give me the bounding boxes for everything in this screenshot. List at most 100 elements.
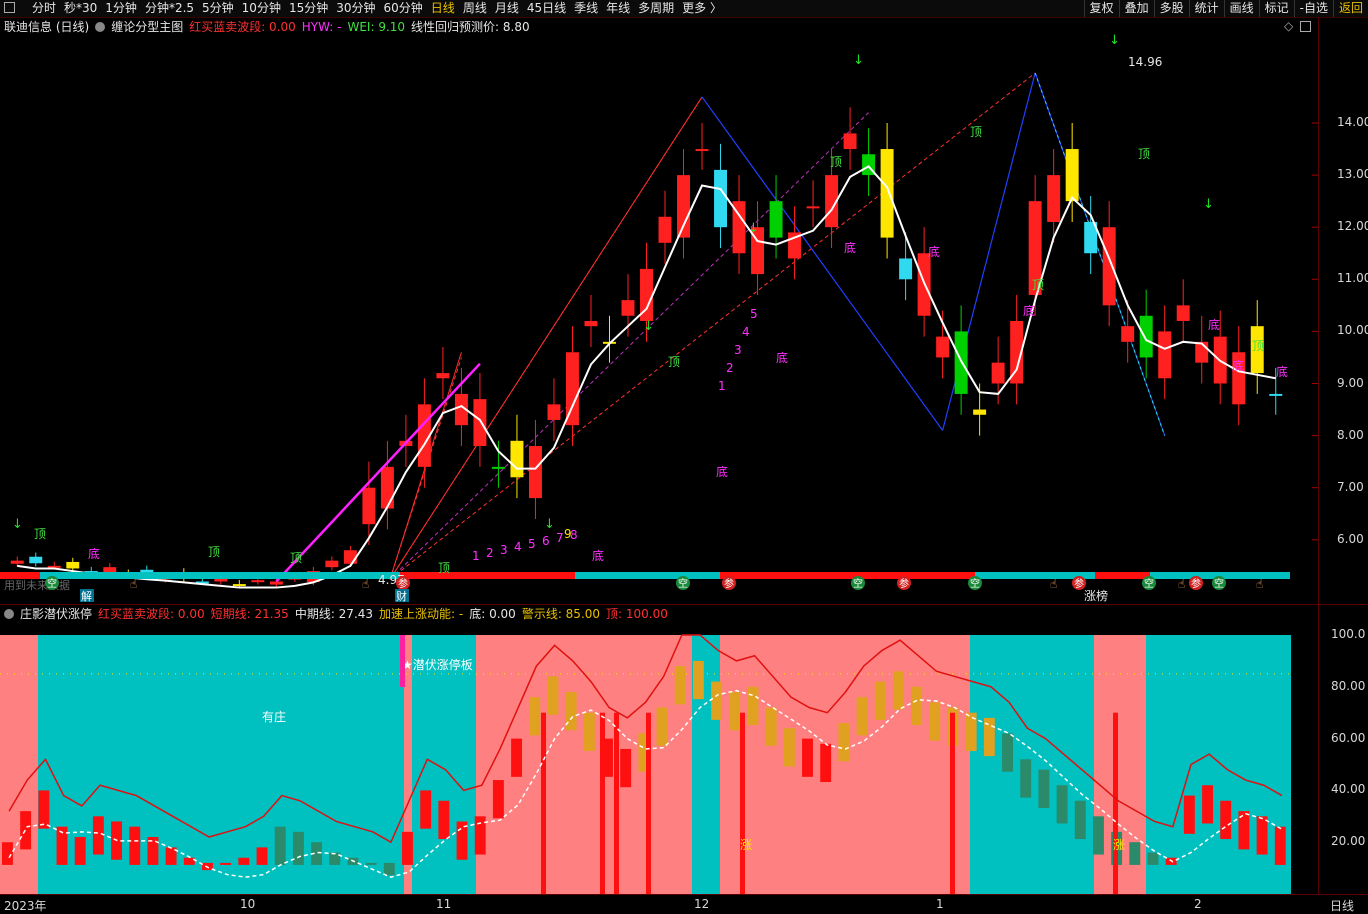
tab-11[interactable]: 月线 bbox=[491, 0, 523, 17]
jie-label[interactable]: 解 bbox=[80, 589, 94, 603]
tab-1[interactable]: 秒*30 bbox=[60, 0, 101, 17]
count-num-3: 4 bbox=[514, 540, 522, 554]
toolbar-button-6[interactable]: -自选 bbox=[1293, 0, 1333, 17]
candle[interactable] bbox=[362, 461, 376, 546]
candlestick-chart[interactable]: 14.964.97顶顶顶顶顶顶顶顶顶顶底底 底底底底 底底 底底1 2 3 4 5 6 7 8912… bbox=[0, 18, 1318, 604]
candle[interactable] bbox=[417, 378, 431, 488]
candle[interactable] bbox=[1102, 201, 1116, 327]
signal-badge[interactable]: 空 bbox=[676, 576, 690, 590]
bottom-mark-0: 底 bbox=[716, 464, 728, 479]
tab-9[interactable]: 日线 bbox=[427, 0, 459, 17]
candle[interactable] bbox=[732, 175, 746, 275]
main-chart-panel[interactable]: 联迪信息 (日线) 缠论分型主图 红买蓝卖波段: 0.00 HYW: - WEI… bbox=[0, 18, 1318, 604]
toolbar-button-2[interactable]: 多股 bbox=[1153, 0, 1189, 17]
osc-bar bbox=[1020, 759, 1032, 798]
osc-bar bbox=[474, 816, 486, 855]
svg-text:空: 空 bbox=[853, 577, 863, 590]
candle[interactable] bbox=[29, 552, 43, 567]
candle[interactable] bbox=[491, 440, 505, 488]
trend-line bbox=[389, 72, 1036, 580]
signal-badge[interactable]: 参 bbox=[396, 576, 410, 590]
signal-badge[interactable]: 参 bbox=[1072, 576, 1086, 590]
candle[interactable] bbox=[436, 347, 450, 400]
tab-3[interactable]: 分钟*2.5 bbox=[141, 0, 198, 17]
sub-tick-4: 20.00 bbox=[1331, 834, 1366, 849]
candle[interactable] bbox=[399, 414, 413, 467]
candle[interactable] bbox=[584, 294, 598, 348]
tab-8[interactable]: 60分钟 bbox=[380, 0, 427, 17]
tab-12[interactable]: 45日线 bbox=[523, 0, 570, 17]
tab-6[interactable]: 15分钟 bbox=[285, 0, 332, 17]
candle[interactable] bbox=[751, 201, 765, 295]
tab-4[interactable]: 5分钟 bbox=[198, 0, 238, 17]
tab-2[interactable]: 1分钟 bbox=[101, 0, 141, 17]
candle[interactable] bbox=[677, 149, 690, 259]
toolbar-button-1[interactable]: 叠加 bbox=[1118, 0, 1154, 17]
candle[interactable] bbox=[343, 546, 357, 567]
toolbar-button-3[interactable]: 统计 bbox=[1188, 0, 1224, 17]
zhang-bang-label: 涨榜 bbox=[1084, 588, 1108, 603]
window-icon[interactable] bbox=[4, 2, 15, 13]
osc-bar bbox=[129, 826, 141, 865]
candle[interactable] bbox=[806, 180, 820, 228]
candle[interactable] bbox=[10, 556, 24, 567]
svg-text:参: 参 bbox=[899, 577, 909, 590]
date-tick-0: 2023年 bbox=[4, 899, 47, 913]
candle[interactable] bbox=[695, 123, 709, 170]
signal-bar bbox=[0, 572, 1290, 579]
osc-bar bbox=[1038, 769, 1050, 808]
candle[interactable] bbox=[899, 232, 913, 301]
signal-badge[interactable]: 空 bbox=[851, 576, 865, 590]
hand-icon-1: ☝ bbox=[362, 577, 369, 591]
candle[interactable] bbox=[1028, 175, 1042, 316]
candle[interactable] bbox=[1232, 326, 1246, 426]
toolbar-button-5[interactable]: 标记 bbox=[1258, 0, 1294, 17]
svg-text:空: 空 bbox=[1144, 577, 1154, 590]
signal-badge[interactable]: 空 bbox=[968, 576, 982, 590]
svg-text:参: 参 bbox=[724, 577, 734, 590]
candle[interactable] bbox=[658, 190, 672, 264]
date-tick-3: 12 bbox=[694, 897, 710, 911]
candle[interactable] bbox=[565, 326, 579, 447]
candle[interactable] bbox=[1139, 289, 1153, 379]
signal-badge[interactable]: 空 bbox=[1212, 576, 1226, 590]
tab-14[interactable]: 年线 bbox=[602, 0, 634, 17]
tab-7[interactable]: 30分钟 bbox=[332, 0, 379, 17]
candle[interactable] bbox=[1158, 305, 1172, 400]
candle[interactable] bbox=[843, 107, 857, 170]
price-tick-0: 14.00 bbox=[1337, 115, 1368, 129]
cai-label[interactable]: 财 bbox=[395, 589, 409, 603]
toolbar-button-7[interactable]: 返回 bbox=[1332, 0, 1368, 17]
oscillator-chart[interactable]: 有庄 ★潜伏涨停板涨 涨 bbox=[0, 605, 1318, 895]
signal-badge[interactable]: 空 bbox=[45, 576, 59, 590]
candle[interactable] bbox=[547, 378, 561, 441]
osc-bar bbox=[620, 748, 632, 788]
tab-16[interactable]: 更多 〉 bbox=[678, 0, 726, 17]
candle[interactable] bbox=[1084, 195, 1098, 275]
tab-0[interactable]: 分时 bbox=[28, 0, 60, 17]
toolbar-button-0[interactable]: 复权 bbox=[1083, 0, 1119, 17]
candle[interactable] bbox=[510, 414, 524, 499]
osc-bar bbox=[420, 790, 432, 829]
sub-chart-panel[interactable]: 庄影潜伏涨停 红买蓝卖波段: 0.00 短期线: 21.35 中期线: 27.4… bbox=[0, 604, 1318, 895]
candle[interactable] bbox=[788, 206, 802, 280]
signal-badge[interactable]: 参 bbox=[897, 576, 911, 590]
candle[interactable] bbox=[769, 175, 783, 259]
bottom-mark-1: 底 bbox=[844, 240, 856, 255]
signal-badge[interactable]: 参 bbox=[1189, 576, 1203, 590]
candle[interactable] bbox=[862, 128, 876, 196]
candle[interactable] bbox=[880, 123, 894, 259]
tab-10[interactable]: 周线 bbox=[459, 0, 491, 17]
tab-5[interactable]: 10分钟 bbox=[238, 0, 285, 17]
toolbar-button-4[interactable]: 画线 bbox=[1223, 0, 1259, 17]
candle[interactable] bbox=[1121, 300, 1135, 363]
tab-15[interactable]: 多周期 bbox=[634, 0, 678, 17]
tab-13[interactable]: 季线 bbox=[570, 0, 602, 17]
osc-bar bbox=[256, 847, 268, 865]
candle[interactable] bbox=[1176, 279, 1190, 342]
osc-bar bbox=[711, 681, 723, 720]
candle[interactable] bbox=[1195, 315, 1209, 384]
candle[interactable] bbox=[325, 556, 339, 571]
signal-badge[interactable]: 参 bbox=[722, 576, 736, 590]
signal-badge[interactable]: 空 bbox=[1142, 576, 1156, 590]
